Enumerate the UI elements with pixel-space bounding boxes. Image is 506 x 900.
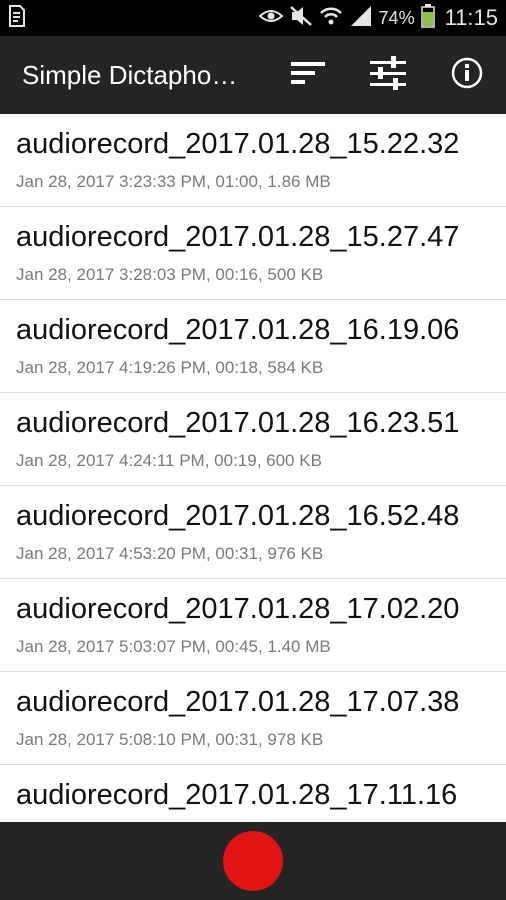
recording-name: audiorecord_2017.01.28_17.11.16 — [16, 779, 458, 811]
mute-icon — [289, 5, 313, 32]
settings-sliders-icon — [370, 55, 406, 96]
eye-icon — [258, 8, 284, 29]
list-item[interactable]: audiorecord_2017.01.28_17.07.38 Jan 28, … — [0, 672, 506, 765]
bottom-bar — [0, 822, 506, 900]
recording-details: Jan 28, 2017 3:23:33 PM, 01:00, 1.86 MB — [16, 172, 331, 191]
settings-button[interactable] — [363, 50, 413, 100]
list-item[interactable]: audiorecord_2017.01.28_17.02.20 Jan 28, … — [0, 579, 506, 672]
list-item[interactable]: audiorecord_2017.01.28_17.11.16 — [0, 765, 506, 822]
battery-percent: 74% — [378, 7, 415, 28]
app-title: Simple Dictapho… — [22, 60, 238, 90]
document-icon — [8, 4, 26, 32]
recording-details: Jan 28, 2017 5:08:10 PM, 00:31, 978 KB — [16, 730, 324, 749]
info-icon — [451, 57, 483, 94]
record-button[interactable] — [223, 831, 283, 891]
clock: 11:15 — [444, 5, 498, 30]
recording-details: Jan 28, 2017 3:28:03 PM, 00:16, 500 KB — [16, 265, 324, 284]
recording-name: audiorecord_2017.01.28_16.19.06 — [16, 314, 460, 346]
recording-name: audiorecord_2017.01.28_15.27.47 — [16, 221, 460, 253]
recording-details: Jan 28, 2017 4:53:20 PM, 00:31, 976 KB — [16, 544, 324, 563]
status-bar-right: 74% 11:15 — [258, 0, 498, 36]
sort-button[interactable] — [284, 50, 334, 100]
recording-details: Jan 28, 2017 4:24:11 PM, 00:19, 600 KB — [16, 451, 322, 470]
list-item[interactable]: audiorecord_2017.01.28_15.22.32 Jan 28, … — [0, 114, 506, 207]
wifi-icon — [319, 5, 343, 32]
info-button[interactable] — [442, 50, 492, 100]
list-item[interactable]: audiorecord_2017.01.28_16.23.51 Jan 28, … — [0, 393, 506, 486]
sort-icon — [291, 60, 327, 91]
recording-details: Jan 28, 2017 5:03:07 PM, 00:45, 1.40 MB — [16, 637, 331, 656]
recording-details: Jan 28, 2017 4:19:26 PM, 00:18, 584 KB — [16, 358, 324, 377]
recording-name: audiorecord_2017.01.28_15.22.32 — [16, 128, 460, 160]
list-item[interactable]: audiorecord_2017.01.28_16.52.48 Jan 28, … — [0, 486, 506, 579]
status-bar: 74% 11:15 — [0, 0, 506, 36]
recording-name: audiorecord_2017.01.28_17.07.38 — [16, 686, 460, 718]
recording-name: audiorecord_2017.01.28_16.23.51 — [16, 407, 460, 439]
recordings-list[interactable]: audiorecord_2017.01.28_15.22.32 Jan 28, … — [0, 114, 506, 822]
signal-icon — [349, 5, 373, 32]
list-item[interactable]: audiorecord_2017.01.28_16.19.06 Jan 28, … — [0, 300, 506, 393]
recording-name: audiorecord_2017.01.28_16.52.48 — [16, 500, 460, 532]
battery-icon — [420, 3, 435, 33]
status-bar-left — [8, 0, 26, 36]
recording-name: audiorecord_2017.01.28_17.02.20 — [16, 593, 460, 625]
app-bar: Simple Dictapho… — [0, 36, 506, 114]
list-item[interactable]: audiorecord_2017.01.28_15.27.47 Jan 28, … — [0, 207, 506, 300]
